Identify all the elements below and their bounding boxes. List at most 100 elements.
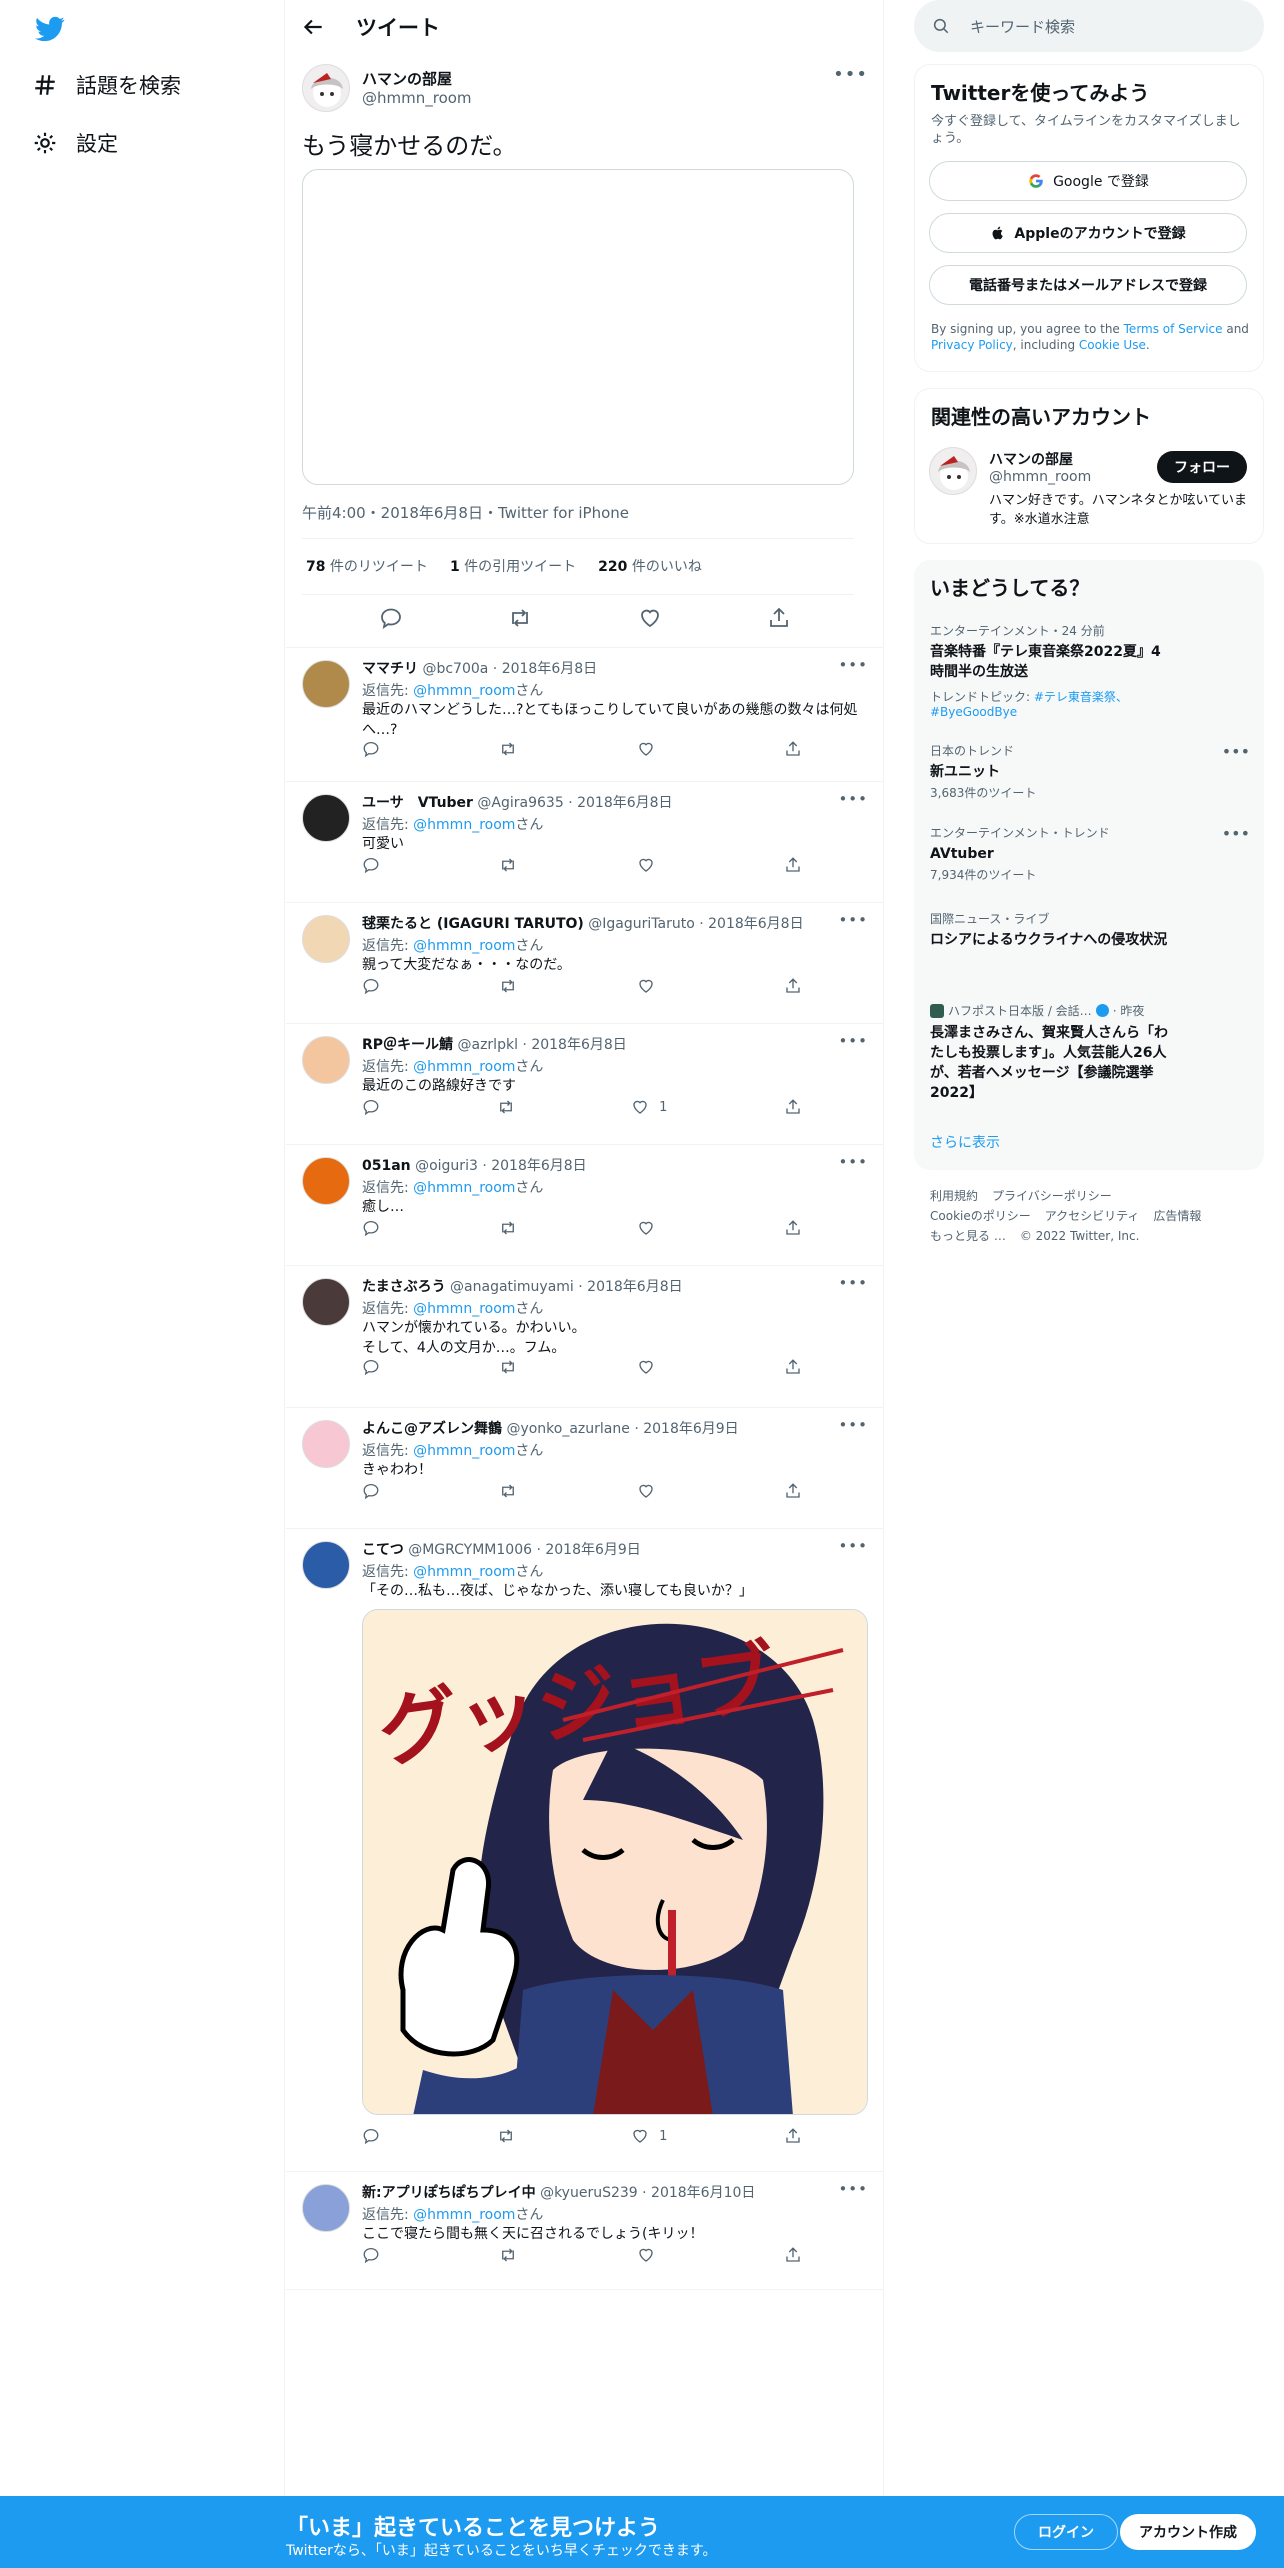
tweet-date[interactable]: · 2018年6月8日 (518, 1037, 626, 1053)
search-input[interactable]: キーワード検索 (970, 16, 1075, 37)
like-icon[interactable] (638, 606, 662, 630)
share-button[interactable] (784, 1098, 802, 1116)
author-handle[interactable]: @oiguri3 (415, 1158, 478, 1174)
retweet-button[interactable] (499, 1358, 517, 1376)
tweet-date[interactable]: · 2018年6月9日 (532, 1542, 640, 1558)
reply-button[interactable] (362, 2127, 380, 2145)
like-stat[interactable]: 220 件のいいね (598, 556, 702, 576)
mention-link[interactable]: @hmmn_room (413, 2207, 515, 2223)
more-options-icon[interactable]: ••• (1222, 742, 1250, 761)
avatar[interactable] (302, 1157, 350, 1205)
more-options-icon[interactable]: ••• (833, 64, 868, 85)
share-button[interactable] (784, 2246, 802, 2264)
avatar[interactable] (302, 2184, 350, 2232)
footer-link[interactable]: プライバシーポリシー (992, 1189, 1112, 1203)
like-button[interactable] (637, 856, 665, 874)
nav-settings[interactable]: 設定 (32, 128, 118, 158)
follow-button[interactable]: フォロー (1157, 451, 1247, 483)
retweet-button[interactable] (499, 977, 517, 995)
tweet-date[interactable]: · 2018年6月9日 (630, 1421, 738, 1437)
like-button[interactable] (637, 740, 665, 758)
more-options-icon[interactable]: ••• (1222, 824, 1250, 843)
author-handle[interactable]: @Agira9635 (477, 795, 563, 811)
more-options-icon[interactable]: ••• (838, 1274, 868, 1292)
author-handle[interactable]: @anagatimuyami (450, 1279, 574, 1295)
avatar[interactable] (929, 447, 977, 495)
avatar[interactable] (302, 1278, 350, 1326)
more-options-icon[interactable]: ••• (838, 911, 868, 929)
nav-explore[interactable]: 話題を検索 (32, 70, 181, 100)
reply-button[interactable] (362, 977, 380, 995)
trend-item[interactable]: 日本のトレンド 新ユニット 3,683件のツイート ••• (930, 742, 1250, 801)
author-handle[interactable]: @IgaguriTaruto (588, 916, 695, 932)
author-name[interactable]: ハマンの部屋 (362, 68, 452, 89)
mention-link[interactable]: @hmmn_room (413, 683, 515, 699)
author-handle[interactable]: @MGRCYMM1006 (408, 1542, 532, 1558)
share-button[interactable] (784, 977, 802, 995)
reply-button[interactable] (362, 740, 380, 758)
more-options-icon[interactable]: ••• (838, 1153, 868, 1171)
footer-link[interactable]: もっと見る … (930, 1229, 1006, 1243)
trend-item[interactable]: ハフポスト日本版 / 会話… · 昨夜 長澤まさみさん、賀来賢人さんら「わたしも… (930, 1002, 1250, 1103)
retweet-stat[interactable]: 78 件のリツイート (306, 556, 428, 576)
share-button[interactable] (784, 2127, 802, 2145)
media-image[interactable]: グッジョブ (362, 1609, 868, 2115)
author-name[interactable]: 毬栗たると (IGAGURI TARUTO) (362, 916, 584, 932)
retweet-button[interactable] (499, 1482, 517, 1500)
trend-item[interactable]: エンターテインメント・トレンド AVtuber 7,934件のツイート ••• (930, 824, 1250, 883)
back-arrow-icon[interactable] (300, 14, 326, 40)
mention-link[interactable]: @hmmn_room (413, 817, 515, 833)
avatar[interactable] (302, 1036, 350, 1084)
footer-link[interactable]: 広告情報 (1153, 1209, 1201, 1223)
retweet-button[interactable] (499, 856, 517, 874)
terms-link[interactable]: Terms of Service (1124, 322, 1223, 336)
retweet-icon[interactable] (508, 606, 532, 630)
privacy-link[interactable]: Privacy Policy (931, 338, 1013, 352)
more-options-icon[interactable]: ••• (838, 1416, 868, 1434)
author-handle[interactable]: @hmmn_room (362, 89, 472, 107)
like-button[interactable]: 1 (631, 2127, 667, 2145)
author-name[interactable]: こてつ (362, 1542, 404, 1558)
search-bar[interactable]: キーワード検索 (914, 0, 1264, 52)
author-name[interactable]: ユーサ VTuber (362, 795, 473, 811)
avatar[interactable] (302, 794, 350, 842)
retweet-button[interactable] (497, 2127, 515, 2145)
retweet-button[interactable] (499, 1219, 517, 1237)
share-button[interactable] (784, 1219, 802, 1237)
avatar[interactable] (302, 1420, 350, 1468)
author-name[interactable]: ママチリ (362, 661, 418, 677)
mention-link[interactable]: @hmmn_room (413, 1301, 515, 1317)
reply-tweet[interactable]: RP＠キール鯖 @azrlpkl · 2018年6月8日 ••• 返信先: @h… (286, 1024, 884, 1145)
login-button[interactable]: ログイン (1014, 2514, 1118, 2550)
author-name[interactable]: 051an (362, 1158, 411, 1174)
reply-button[interactable] (362, 856, 380, 874)
quote-stat[interactable]: 1 件の引用ツイート (450, 556, 576, 576)
avatar[interactable] (302, 64, 350, 112)
related-name[interactable]: ハマンの部屋 (989, 449, 1073, 469)
tweet-date[interactable]: · 2018年6月8日 (695, 916, 803, 932)
footer-link[interactable]: アクセシビリティ (1045, 1209, 1140, 1223)
share-icon[interactable] (767, 606, 791, 630)
footer-link[interactable]: 利用規約 (930, 1189, 978, 1203)
reply-tweet[interactable]: ユーサ VTuber @Agira9635 · 2018年6月8日 ••• 返信… (286, 782, 884, 903)
reply-tweet[interactable]: たまさぶろう @anagatimuyami · 2018年6月8日 ••• 返信… (286, 1266, 884, 1408)
reply-tweet[interactable]: よんこ@アズレン舞鶴 @yonko_azurlane · 2018年6月9日 •… (286, 1408, 884, 1529)
avatar[interactable] (302, 1541, 350, 1589)
reply-button[interactable] (362, 1482, 380, 1500)
reply-button[interactable] (362, 1098, 380, 1116)
like-button[interactable]: 1 (631, 1098, 667, 1116)
share-button[interactable] (784, 1482, 802, 1500)
like-button[interactable] (637, 1219, 665, 1237)
mention-link[interactable]: @hmmn_room (413, 1180, 515, 1196)
author-name[interactable]: よんこ@アズレン舞鶴 (362, 1421, 502, 1437)
media-placeholder[interactable] (302, 169, 854, 485)
author-name[interactable]: 新:アプリぽちぽちプレイ中 (362, 2185, 536, 2201)
tweet-timestamp[interactable]: 午前4:00・2018年6月8日・Twitter for iPhone (302, 502, 629, 523)
google-signup-button[interactable]: Google で登録 (929, 161, 1247, 201)
trend-item[interactable]: 国際ニュース・ライブ ロシアによるウクライナへの侵攻状況 (930, 910, 1250, 950)
phone-email-signup-button[interactable]: 電話番号またはメールアドレスで登録 (929, 265, 1247, 305)
author-handle[interactable]: @yonko_azurlane (506, 1421, 629, 1437)
trend-item[interactable]: エンターテインメント・24 分前 音楽特番『テレ東音楽祭2022夏』4時間半の生… (930, 622, 1250, 719)
footer-link[interactable]: Cookieのポリシー (930, 1209, 1031, 1223)
cookie-link[interactable]: Cookie Use (1079, 338, 1146, 352)
